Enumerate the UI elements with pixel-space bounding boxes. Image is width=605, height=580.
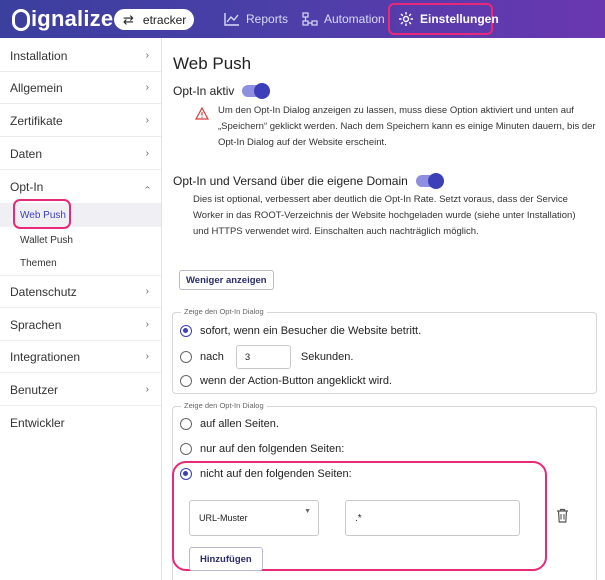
radio-unchecked[interactable] [180,375,192,387]
settings-sidebar: Installation › Allgemein › Zertifikate ›… [0,38,162,580]
sidebar-item-label: Opt-In [10,180,44,194]
nav-automation-label: Automation [324,12,385,26]
timing-option-after-seconds[interactable]: nach 3 Sekunden. [180,345,353,369]
nav-reports-label: Reports [246,12,289,26]
chevron-right-icon: › [145,50,149,61]
timing-option-label: Sekunden. [300,351,354,363]
url-pattern-input[interactable]: .* [345,500,520,536]
desc-line: Dies ist optional, verbessert aber deutl… [193,194,568,205]
sidebar-item-benutzer[interactable]: Benutzer › [0,374,161,406]
caret-down-icon: ▼ [304,508,311,515]
pages-legend: Zeige den Opt-In Dialog [181,401,267,410]
url-pattern-select[interactable]: URL-Muster ▼ [189,500,319,536]
sidebar-item-installation[interactable]: Installation › [0,40,161,72]
sidebar-item-label: Allgemein [10,80,63,95]
domain-label: Opt-In und Versand über die eigene Domai… [173,174,408,188]
nav-reports[interactable]: Reports [224,0,288,38]
show-less-button[interactable]: Weniger anzeigen [179,270,274,290]
sidebar-item-zertifikate[interactable]: Zertifikate › [0,105,161,137]
logo-text: ignalize [31,6,114,31]
sidebar-item-label: Benutzer [10,382,59,397]
nav-settings[interactable]: Einstellungen [388,3,499,35]
sidebar-subitem-label: Themen [20,258,57,269]
domain-toggle-row: Opt-In und Versand über die eigene Domai… [173,173,444,189]
sidebar-item-label: Zertifikate [10,113,63,128]
environment-switcher[interactable]: ⇄ etracker [114,9,194,30]
chevron-right-icon: › [145,82,149,93]
page-title: Web Push [173,54,252,73]
seconds-input[interactable]: 3 [235,345,291,369]
select-value: URL-Muster [199,513,248,523]
nav-settings-label: Einstellungen [420,12,499,26]
trash-icon[interactable] [556,508,569,523]
logo-s-mark [12,9,30,31]
sidebar-item-label: Datenschutz [10,284,77,299]
sidebar-item-sprachen[interactable]: Sprachen › [0,309,161,341]
timing-legend: Zeige den Opt-In Dialog [181,307,267,316]
timing-option-immediately[interactable]: sofort, wenn ein Besucher die Website be… [180,325,421,337]
signalize-logo[interactable]: ignalize [12,5,113,33]
flow-icon [302,11,318,27]
chevron-right-icon: › [145,115,149,126]
warning-line: Opt-In Dialog auf der Website erscheint. [218,137,387,148]
pages-option-all[interactable]: auf allen Seiten. [180,418,279,430]
chevron-right-icon: › [145,319,149,330]
main-content: Web Push Opt-In aktiv Um den Opt-In Dial… [162,38,605,580]
chevron-right-icon: › [145,351,149,362]
sidebar-subitem-themen[interactable]: Themen [0,252,161,276]
sidebar-item-allgemein[interactable]: Allgemein › [0,72,161,104]
radio-unchecked[interactable] [180,351,192,363]
chevron-up-icon: ‹ [141,185,153,189]
chevron-right-icon: › [145,148,149,159]
optin-toggle-row: Opt-In aktiv [173,83,271,99]
chart-line-icon [224,11,240,27]
add-button[interactable]: Hinzufügen [189,547,263,571]
sidebar-item-label: Sprachen [10,317,62,332]
optin-label: Opt-In aktiv [173,84,235,98]
sidebar-subitem-label: Wallet Push [20,234,73,246]
sidebar-item-label: Entwickler [10,416,65,430]
swap-arrows-icon: ⇄ [123,11,134,27]
sidebar-item-daten[interactable]: Daten › [0,138,161,170]
pages-option-label: auf allen Seiten. [200,418,279,430]
sidebar-item-label: Integrationen [10,349,81,364]
domain-toggle[interactable] [415,173,444,189]
domain-description: Dies ist optional, verbessert aber deutl… [193,192,598,240]
desc-line: Worker in das ROOT-Verzeichnis der Websi… [193,210,576,221]
chevron-right-icon: › [145,286,149,297]
sidebar-item-entwickler[interactable]: Entwickler [0,407,161,439]
warning-line: Um den Opt-In Dialog anzeigen zu lassen,… [218,105,574,116]
warning-icon [195,107,209,120]
nav-automation[interactable]: Automation [302,0,385,38]
radio-checked[interactable] [180,325,192,337]
timing-option-label: nach [200,351,224,363]
sidebar-item-datenschutz[interactable]: Datenschutz › [0,276,161,308]
highlight-box [13,199,71,229]
optin-warning-text: Um den Opt-In Dialog anzeigen zu lassen,… [218,103,598,151]
chevron-right-icon: › [145,384,149,395]
pages-option-label: nur auf den folgenden Seiten: [200,443,345,455]
warning-line: „Speichern“ geklickt werden. Nach dem Sp… [218,121,596,132]
sidebar-subitem-web-push[interactable]: Web Push [0,199,161,229]
pages-option-only[interactable]: nur auf den folgenden Seiten: [180,443,344,455]
timing-option-action-button[interactable]: wenn der Action-Button angeklickt wird. [180,375,392,387]
optin-toggle[interactable] [242,83,271,99]
environment-label: etracker [142,12,187,27]
gear-icon [398,11,414,27]
timing-option-label: wenn der Action-Button angeklickt wird. [200,375,392,387]
sidebar-subitem-wallet-push[interactable]: Wallet Push [0,228,161,252]
top-bar: ignalize ⇄ etracker Reports Automation E… [0,0,605,38]
timing-option-label: sofort, wenn ein Besucher die Website be… [200,325,422,337]
timing-options-box: Zeige den Opt-In Dialog sofort, wenn ein… [172,307,597,394]
radio-unchecked[interactable] [180,443,192,455]
radio-unchecked[interactable] [180,418,192,430]
sidebar-item-label: Installation [10,48,68,63]
desc-line: und HTTPS verwendet wird. Einschalten au… [193,226,479,237]
sidebar-item-label: Daten [10,146,43,161]
sidebar-item-integrationen[interactable]: Integrationen › [0,341,161,373]
